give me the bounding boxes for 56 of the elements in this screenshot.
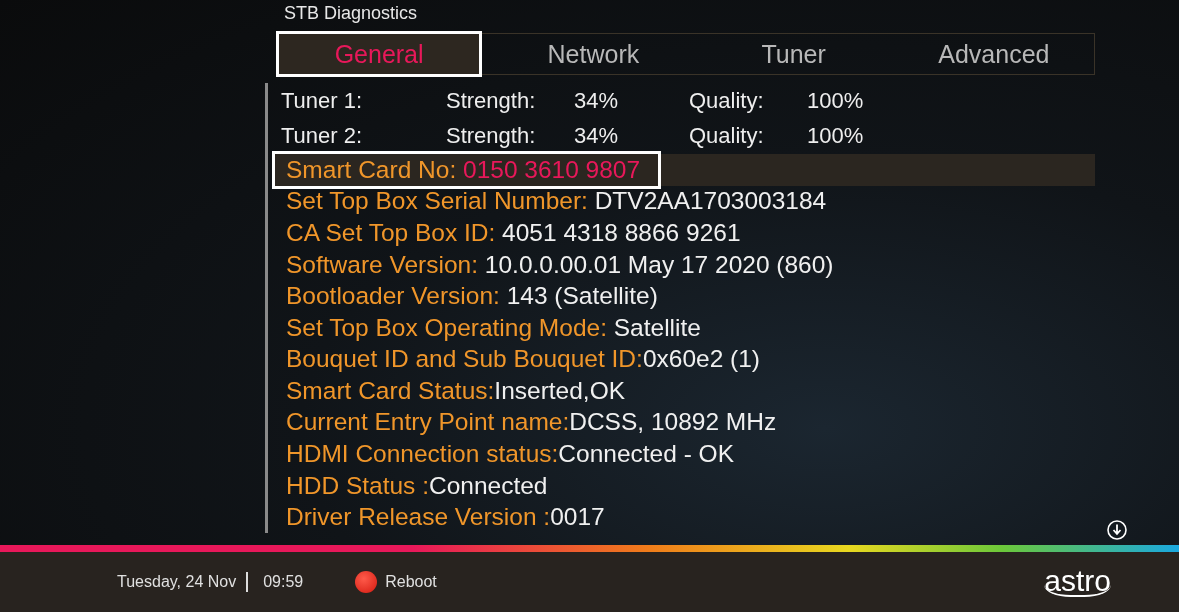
info-value: DCSS, 10892 MHz (569, 408, 777, 437)
strength-label: Strength: (446, 87, 537, 114)
info-label: Software Version: (286, 250, 480, 279)
info-label: CA Set Top Box ID: (286, 219, 497, 247)
strength-label: Strength: (446, 123, 537, 150)
info-row[interactable]: Bootloader Version: 143 (Satellite) (281, 280, 1095, 312)
info-row[interactable]: Set Top Box Operating Mode: Satellite (281, 311, 1095, 344)
info-value: Satellite (613, 313, 701, 342)
selected-row[interactable]: Smart Card No: 0150 3610 9807 (275, 154, 1095, 186)
info-value: 143 (Satellite) (506, 282, 658, 311)
info-row[interactable]: Current Entry Point name:DCSS, 10892 MHz (281, 406, 1095, 439)
info-row[interactable]: Driver Release Version :0017 (281, 501, 1095, 533)
tab[interactable]: Advanced (893, 34, 1094, 74)
info-row[interactable]: Smart Card Status:Inserted,OK (281, 375, 1095, 407)
info-label: Bouquet ID and Sub Bouquet ID: (286, 345, 643, 374)
info-value: 0150 3610 9807 (463, 155, 641, 184)
info-row[interactable]: CA Set Top Box ID: 4051 4318 8866 9261 (281, 217, 1095, 249)
info-row[interactable]: HDD Status :Connected (281, 469, 1095, 502)
time-text: 09:59 (263, 573, 304, 591)
info-label: Driver Release Version : (286, 503, 551, 532)
brand-logo: astro (1044, 567, 1111, 597)
info-value: DTV2AA1703003184 (594, 187, 827, 216)
info-label: Set Top Box Operating Mode: (286, 313, 608, 342)
info-value: Connected (428, 471, 548, 500)
tab[interactable]: Network (493, 34, 694, 74)
info-label: HDMI Connection status: (286, 440, 559, 469)
info-label: Current Entry Point name: (286, 408, 570, 437)
info-label: HDD Status : (286, 471, 429, 500)
info-row[interactable]: Bouquet ID and Sub Bouquet ID:0x60e2 (1) (281, 343, 1095, 376)
quality-label: Quality: (689, 87, 765, 114)
reboot-hint: Reboot (385, 573, 437, 591)
info-value: 4051 4318 8866 9261 (502, 219, 741, 247)
quality-value: 100% (807, 87, 865, 114)
quality-label: Quality: (689, 123, 765, 150)
record-button-icon (355, 571, 378, 593)
tuner-name: Tuner 2: (281, 123, 364, 150)
info-label: Smart Card No: (286, 155, 458, 184)
info-row[interactable]: Set Top Box Serial Number: DTV2AA1703003184 (281, 185, 1095, 218)
info-value: 0017 (550, 503, 605, 532)
tuner-name: Tuner 1: (281, 87, 364, 114)
screen-title: STB Diagnostics (284, 3, 419, 25)
strength-value: 34% (574, 87, 620, 114)
info-value: 10.0.0.00.01 May 17 2020 (860) (484, 250, 834, 279)
info-label: Bootloader Version: (286, 282, 501, 311)
info-label: Smart Card Status: (286, 376, 495, 405)
tab[interactable]: Tuner (693, 34, 894, 74)
info-label: Set Top Box Serial Number: (286, 187, 589, 216)
scroll-down-icon (1106, 519, 1128, 541)
info-row[interactable]: Software Version: 10.0.0.00.01 May 17 2020 (860) (281, 248, 1095, 281)
info-value: 0x60e2 (1) (642, 345, 760, 374)
info-value: Inserted,OK (494, 376, 626, 405)
quality-value: 100% (807, 123, 865, 150)
strength-value: 34% (574, 123, 620, 150)
info-value: Connected - OK (558, 440, 735, 469)
info-row[interactable]: HDMI Connection status:Connected - OK (281, 438, 1095, 470)
date-text: Tuesday, 24 Nov (117, 573, 237, 591)
